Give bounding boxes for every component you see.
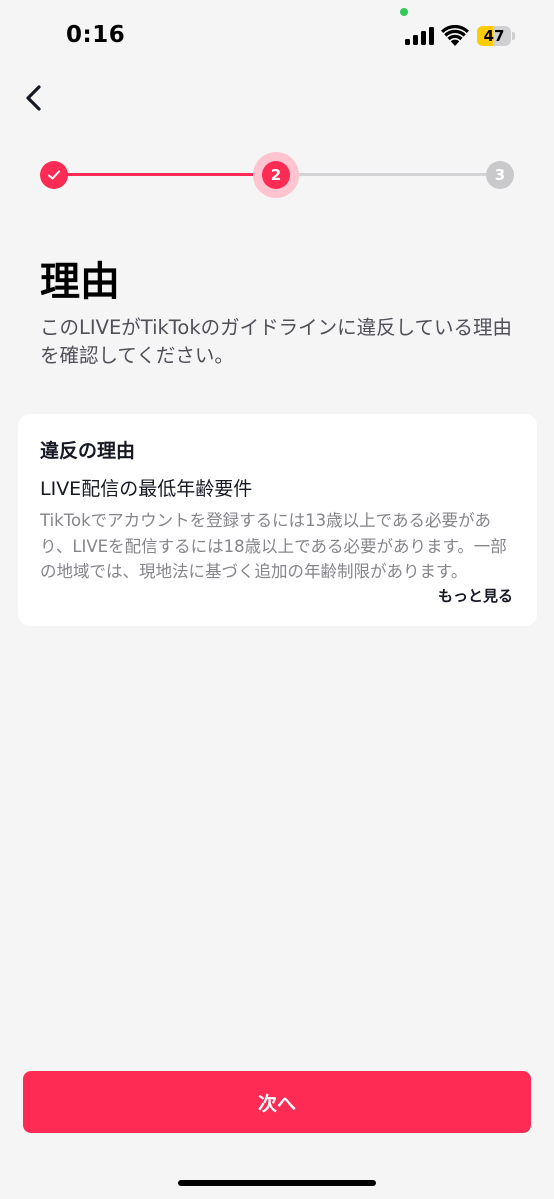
violation-reason-card: 違反の理由 LIVE配信の最低年齢要件 TikTokでアカウントを登録するには1… — [18, 414, 537, 626]
card-heading: 違反の理由 — [40, 440, 136, 462]
chevron-left-icon — [26, 85, 41, 111]
battery-tip — [512, 32, 515, 40]
cellular-signal-icon — [405, 27, 434, 45]
check-icon — [48, 170, 60, 180]
screen: 0:16 47 2 3 理由 このLIVEがTikTokのガイドラインに違反して… — [0, 0, 554, 1199]
step-2-current: 2 — [262, 161, 290, 189]
battery-icon: 47 — [477, 26, 515, 46]
battery-level: 47 — [483, 27, 505, 45]
page-description: このLIVEがTikTokのガイドラインに違反している理由を確認してください。 — [40, 316, 513, 367]
step-1-completed — [40, 161, 68, 189]
wifi-icon — [441, 25, 469, 46]
status-time: 0:16 — [66, 22, 126, 48]
battery-body: 47 — [477, 26, 511, 46]
card-body-text: TikTokでアカウントを登録するには13歳以上である必要があり、LIVEを配信… — [40, 511, 507, 581]
back-button[interactable] — [16, 80, 52, 116]
stepper-line-completed — [54, 173, 276, 176]
stepper-line-remaining — [276, 173, 500, 176]
next-button[interactable]: 次へ — [23, 1071, 531, 1133]
step-3-upcoming: 3 — [486, 161, 514, 189]
home-indicator — [178, 1180, 376, 1186]
page-title: 理由 — [40, 259, 120, 305]
camera-indicator-dot — [400, 8, 408, 16]
see-more-link[interactable]: もっと見る — [438, 585, 513, 606]
status-bar: 0:16 47 — [0, 0, 554, 72]
card-subtitle: LIVE配信の最低年齢要件 — [40, 478, 253, 500]
progress-stepper: 2 3 — [0, 150, 554, 200]
